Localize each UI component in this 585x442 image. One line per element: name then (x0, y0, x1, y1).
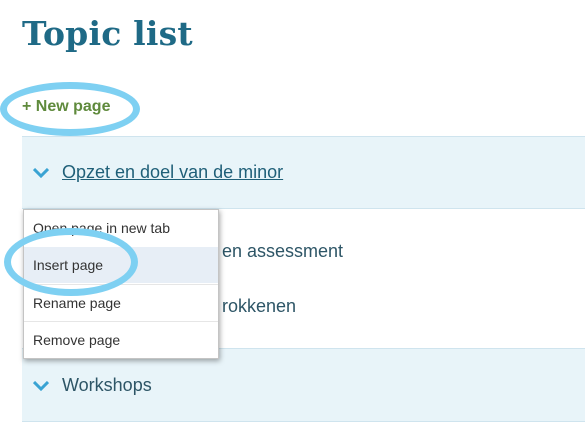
topic-row[interactable]: Workshops (22, 348, 585, 422)
context-menu: Open page in new tab Insert page Rename … (23, 209, 219, 359)
topic-label[interactable]: Workshops (62, 375, 152, 396)
topic-link[interactable]: Opzet en doel van de minor (62, 162, 283, 183)
menu-item-remove-page[interactable]: Remove page (24, 321, 218, 357)
chevron-down-icon[interactable] (33, 168, 49, 178)
chevron-down-icon[interactable] (33, 381, 49, 391)
topic-label-partial: en assessment (222, 241, 344, 261)
page-title: Topic list (22, 14, 193, 53)
topic-row[interactable]: Opzet en doel van de minor (22, 136, 585, 209)
menu-item-open-new-tab[interactable]: Open page in new tab (24, 210, 218, 246)
menu-item-rename-page[interactable]: Rename page (24, 284, 218, 320)
menu-item-insert-page[interactable]: Insert page (24, 247, 218, 283)
new-page-link[interactable]: + New page (22, 98, 110, 116)
topic-label-partial: rokkenen (222, 296, 297, 316)
